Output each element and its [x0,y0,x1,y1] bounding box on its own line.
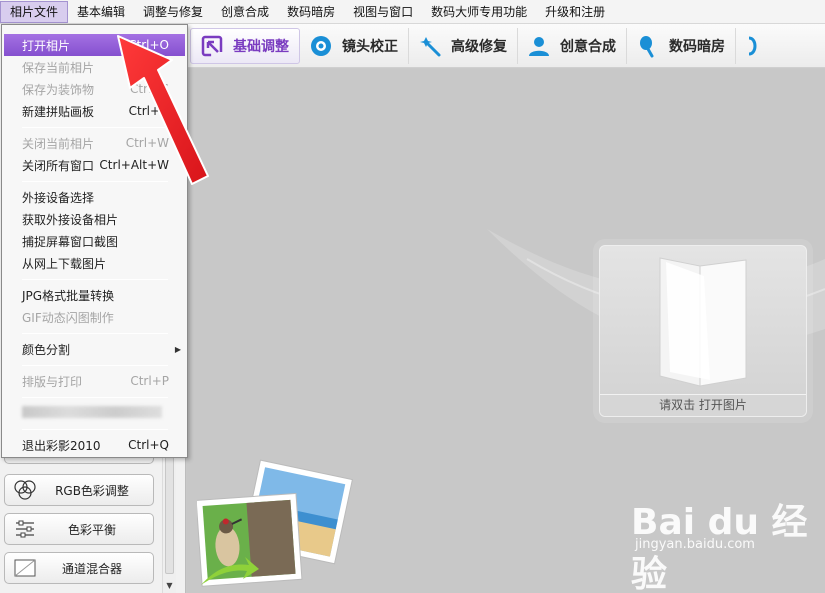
photo-stack-icon [197,459,353,587]
color-balance-label: 色彩平衡 [67,522,116,537]
canvas-area[interactable]: 请双击 打开图片 Bai du 经验 jingyan.baidu.com [187,69,825,593]
tab-creative-compose-label: 创意合成 [560,38,616,55]
open-image-prompt: 请双击 打开图片 [600,394,806,416]
main-toolbar: 基础调整 镜头校正 高级修复 创意合成 数码暗房 [186,24,825,68]
menu-photo-file[interactable]: 相片文件 [0,0,69,23]
menu-basic-edit[interactable]: 基本编辑 [68,1,134,23]
channel-mixer-button[interactable]: 通道混合器 [4,552,154,584]
open-image-placeholder[interactable]: 请双击 打开图片 [599,245,807,417]
tab-advanced-repair[interactable]: 高级修复 [409,27,518,64]
baidu-watermark: Bai du 经验 jingyan.baidu.com [631,493,825,593]
tab-digital-darkroom-label: 数码暗房 [669,38,725,55]
menu-separator [22,279,168,280]
menu-separator [22,429,168,430]
menu-creative-compose[interactable]: 创意合成 [212,1,278,23]
menu-master-features[interactable]: 数码大师专用功能 [422,1,536,23]
menu-bar: 相片文件 基本编辑 调整与修复 创意合成 数码暗房 视图与窗口 数码大师专用功能… [0,0,825,24]
tab-overflow[interactable] [736,28,778,64]
menu-separator [22,365,168,366]
red-arrow-annotation [117,35,209,185]
menu-item-layout-print[interactable]: 排版与打印 Ctrl+P [2,370,187,392]
tab-digital-darkroom[interactable]: 数码暗房 [627,27,736,64]
lens-icon [308,33,334,59]
menu-item-jpg-batch[interactable]: JPG格式批量转换 [2,284,187,306]
menu-item-exit[interactable]: 退出彩影2010 Ctrl+Q [2,434,187,456]
tab-advanced-repair-label: 高级修复 [451,38,507,55]
rgb-adjust-button[interactable]: RGB色彩调整 [4,474,154,506]
menu-item-gif-maker[interactable]: GIF动态闪图制作 [2,306,187,328]
menu-item-device-photos[interactable]: 获取外接设备相片 [2,208,187,230]
menu-separator [22,397,168,398]
sliders-icon [5,514,45,544]
channel-mixer-icon [5,553,45,583]
more-icon [740,33,766,59]
color-balance-button[interactable]: 色彩平衡 [4,513,154,545]
submenu-arrow-icon: ▶ [174,344,181,354]
magic-wand-icon [417,33,443,59]
tab-creative-compose[interactable]: 创意合成 [518,27,627,64]
rgb-adjust-label: RGB色彩调整 [55,483,129,498]
menu-item-color-split[interactable]: 颜色分割 ▶ [2,338,187,360]
channel-mixer-label: 通道混合器 [61,561,122,576]
brush-icon [635,33,661,59]
recent-file-blurred[interactable] [22,406,162,418]
tab-lens-correction[interactable]: 镜头校正 [300,27,409,64]
open-folder-icon [659,257,747,387]
menu-upgrade-register[interactable]: 升级和注册 [536,1,614,23]
tab-lens-correction-label: 镜头校正 [342,38,398,55]
menu-item-screen-capture[interactable]: 捕捉屏幕窗口截图 [2,230,187,252]
rgb-circles-icon [5,475,45,505]
tab-basic-adjust-label: 基础调整 [233,38,289,55]
user-icon [526,33,552,59]
menu-item-web-download[interactable]: 从网上下载图片 [2,252,187,274]
menu-separator [22,333,168,334]
menu-digital-darkroom[interactable]: 数码暗房 [278,1,344,23]
menu-adjust-repair[interactable]: 调整与修复 [134,1,212,23]
scroll-down-icon[interactable]: ▼ [164,581,175,591]
watermark-url: jingyan.baidu.com [635,537,755,552]
menu-view-window[interactable]: 视图与窗口 [344,1,422,23]
